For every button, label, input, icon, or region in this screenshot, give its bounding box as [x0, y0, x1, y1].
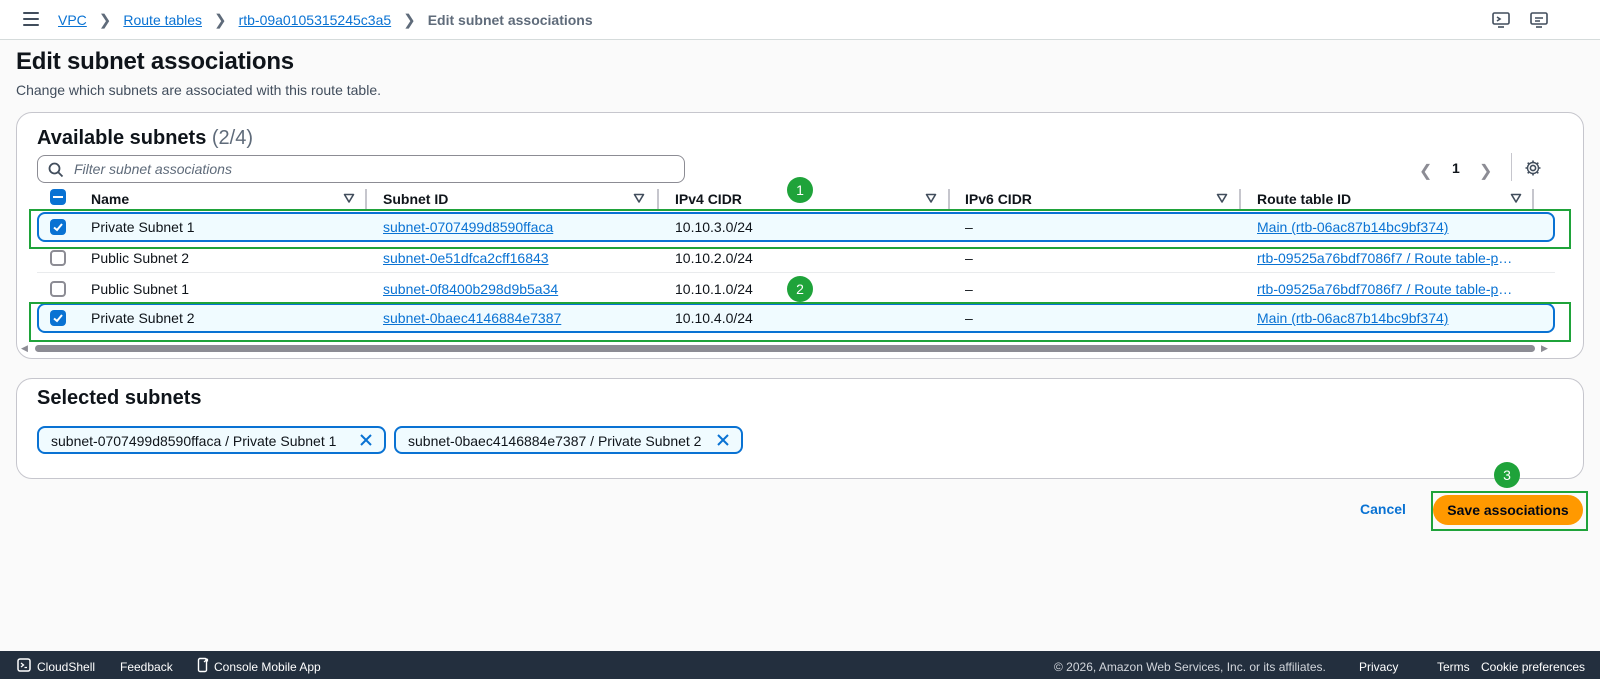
column-divider[interactable] [657, 189, 659, 209]
console-footer: CloudShell Feedback Console Mobile App ©… [0, 651, 1600, 679]
select-all-checkbox[interactable] [50, 189, 66, 205]
chevron-right-icon: ❯ [98, 12, 112, 29]
scroll-right-icon[interactable]: ▶ [1541, 343, 1548, 354]
sort-icon[interactable] [343, 192, 355, 204]
ipv6-cidr: – [965, 281, 973, 297]
token-label: subnet-0707499d8590ffaca / Private Subne… [51, 433, 337, 449]
annotation-badge-1: 1 [787, 177, 813, 203]
top-navigation-bar: VPC ❯ Route tables ❯ rtb-09a0105315245c3… [0, 0, 1600, 40]
sort-icon[interactable] [1216, 192, 1228, 204]
subnet-id-link[interactable]: subnet-0f8400b298d9b5a34 [383, 281, 558, 297]
filter-subnets-input[interactable] [74, 159, 674, 179]
sort-icon[interactable] [1510, 192, 1522, 204]
column-divider[interactable] [1532, 189, 1534, 209]
annotation-box-3 [1431, 491, 1588, 531]
ipv6-cidr: – [965, 250, 973, 266]
footer-terms-link[interactable]: Terms [1437, 660, 1470, 674]
selected-subnets-heading: Selected subnets [37, 387, 202, 409]
sort-icon[interactable] [925, 192, 937, 204]
settings-icon[interactable] [1524, 159, 1542, 177]
selected-subnet-token: subnet-0707499d8590ffaca / Private Subne… [37, 426, 386, 454]
column-divider[interactable] [1239, 189, 1241, 209]
search-icon [48, 162, 64, 178]
sort-icon[interactable] [633, 192, 645, 204]
breadcrumb-route-table-id[interactable]: rtb-09a0105315245c3a5 [239, 12, 392, 28]
selected-subnets-panel: Selected subnets subnet-0707499d8590ffac… [16, 378, 1584, 479]
pagination-divider [1511, 153, 1512, 181]
footer-cloudshell-link[interactable]: CloudShell [37, 660, 95, 674]
annotation-box-2 [29, 302, 1571, 342]
menu-icon[interactable] [23, 12, 39, 26]
horizontal-scrollbar[interactable]: ◀ ▶ [21, 342, 1581, 354]
chevron-right-icon: ❯ [213, 12, 227, 29]
close-icon[interactable] [716, 433, 730, 447]
available-subnets-heading: Available subnets (2/4) [37, 127, 253, 150]
cloudshell-icon[interactable] [1491, 10, 1511, 30]
route-table-link[interactable]: rtb-09525a76bdf7086f7 / Route table-publ… [1257, 250, 1513, 266]
footer-cookie-preferences-link[interactable]: Cookie preferences [1481, 660, 1585, 674]
notifications-icon[interactable] [1529, 10, 1549, 30]
breadcrumb: VPC ❯ Route tables ❯ rtb-09a0105315245c3… [58, 11, 593, 29]
ipv4-cidr: 10.10.2.0/24 [675, 250, 753, 266]
footer-privacy-link[interactable]: Privacy [1359, 660, 1398, 674]
mobile-app-icon [197, 657, 209, 673]
column-divider[interactable] [948, 189, 950, 209]
footer-mobile-app-link[interactable]: Console Mobile App [214, 660, 321, 674]
breadcrumb-route-tables[interactable]: Route tables [123, 12, 202, 28]
route-table-link[interactable]: rtb-09525a76bdf7086f7 / Route table-publ… [1257, 281, 1513, 297]
filter-subnets-field[interactable] [37, 155, 685, 183]
row-checkbox[interactable] [50, 250, 66, 266]
breadcrumb-current: Edit subnet associations [427, 12, 593, 28]
cancel-button[interactable]: Cancel [1360, 501, 1406, 517]
annotation-box-1 [29, 209, 1571, 249]
subnet-name: Public Subnet 1 [91, 281, 190, 297]
footer-copyright: © 2026, Amazon Web Services, Inc. or its… [1054, 660, 1326, 674]
available-subnets-title: Available subnets [37, 127, 207, 149]
pagination: ❮ 1 ❯ [1419, 157, 1499, 181]
chevron-right-icon: ❯ [403, 12, 416, 29]
close-icon[interactable] [359, 433, 373, 447]
column-divider[interactable] [365, 189, 367, 209]
token-label: subnet-0baec4146884e7387 / Private Subne… [408, 433, 702, 449]
subnet-id-link[interactable]: subnet-0e51dfca2cff16843 [383, 250, 549, 266]
page-title: Edit subnet associations [16, 48, 294, 75]
scrollbar-thumb[interactable] [35, 345, 1535, 352]
previous-page-icon[interactable]: ❮ [1419, 161, 1432, 181]
annotation-badge-2: 2 [787, 276, 813, 302]
row-checkbox[interactable] [50, 281, 66, 297]
cloudshell-icon [17, 658, 31, 672]
breadcrumb-vpc[interactable]: VPC [58, 12, 87, 28]
annotation-badge-3: 3 [1494, 462, 1520, 488]
subnet-name: Public Subnet 2 [91, 250, 190, 266]
ipv4-cidr: 10.10.1.0/24 [675, 281, 753, 297]
scroll-left-icon[interactable]: ◀ [21, 343, 28, 354]
next-page-icon[interactable]: ❯ [1479, 161, 1492, 181]
available-subnets-count: (2/4) [211, 127, 254, 149]
page-number[interactable]: 1 [1452, 160, 1460, 176]
selected-subnet-token: subnet-0baec4146884e7387 / Private Subne… [394, 426, 743, 454]
page-description: Change which subnets are associated with… [16, 82, 381, 98]
footer-feedback-link[interactable]: Feedback [120, 660, 173, 674]
